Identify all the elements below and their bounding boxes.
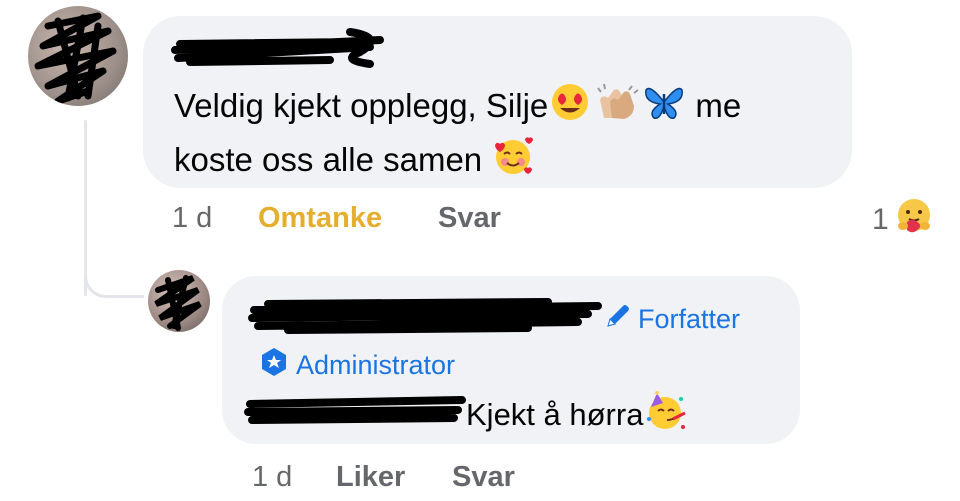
admin-badge-label: Administrator [296, 350, 456, 380]
admin-shield-icon [258, 346, 290, 385]
reply-button[interactable]: Svar [438, 202, 501, 235]
reply-timestamp[interactable]: 1 d [252, 461, 292, 494]
care-hug-emoji [893, 196, 935, 243]
author-badge-label: Forfatter [638, 304, 741, 334]
like-button[interactable]: Liker [336, 461, 405, 494]
comment-timestamp[interactable]: 1 d [172, 202, 212, 235]
comment-line-1: Veldig kjekt opplegg, Silje me [174, 82, 844, 135]
commenter-avatar[interactable] [28, 6, 128, 106]
thread-connector [84, 262, 144, 298]
comment-text-part: me [695, 87, 742, 125]
comment-text: Veldig kjekt opplegg, Silje me koste oss… [174, 82, 844, 190]
reply-text-content: Kjekt å hørra [466, 397, 644, 432]
redaction-scribble [34, 12, 117, 105]
pencil-icon [604, 302, 632, 337]
redacted-author-name [248, 298, 602, 334]
care-reaction-button[interactable]: Omtanke [258, 202, 382, 235]
author-badge: Forfatter [604, 302, 740, 337]
redacted-mention [244, 396, 466, 424]
redacted-author-name [171, 28, 384, 68]
clapping-hands-emoji [592, 82, 642, 135]
reaction-count: 1 [872, 202, 889, 236]
reply-text: Kjekt å hørra [466, 389, 689, 441]
reply-button[interactable]: Svar [452, 461, 515, 494]
heart-eyes-emoji [548, 82, 592, 135]
redaction-scribble [154, 275, 202, 331]
reply-author-avatar[interactable] [148, 270, 210, 332]
comment-line-2: koste oss alle samen [174, 135, 844, 190]
comment-text-part: koste oss alle samen [174, 141, 483, 179]
smiling-face-with-hearts-emoji [491, 135, 535, 190]
comment-text-part: Veldig kjekt opplegg, Silje [174, 87, 549, 125]
admin-badge: Administrator [258, 346, 455, 385]
blue-butterfly-emoji [642, 82, 686, 135]
reaction-summary[interactable]: 1 [872, 196, 935, 243]
partying-face-emoji [643, 389, 689, 441]
